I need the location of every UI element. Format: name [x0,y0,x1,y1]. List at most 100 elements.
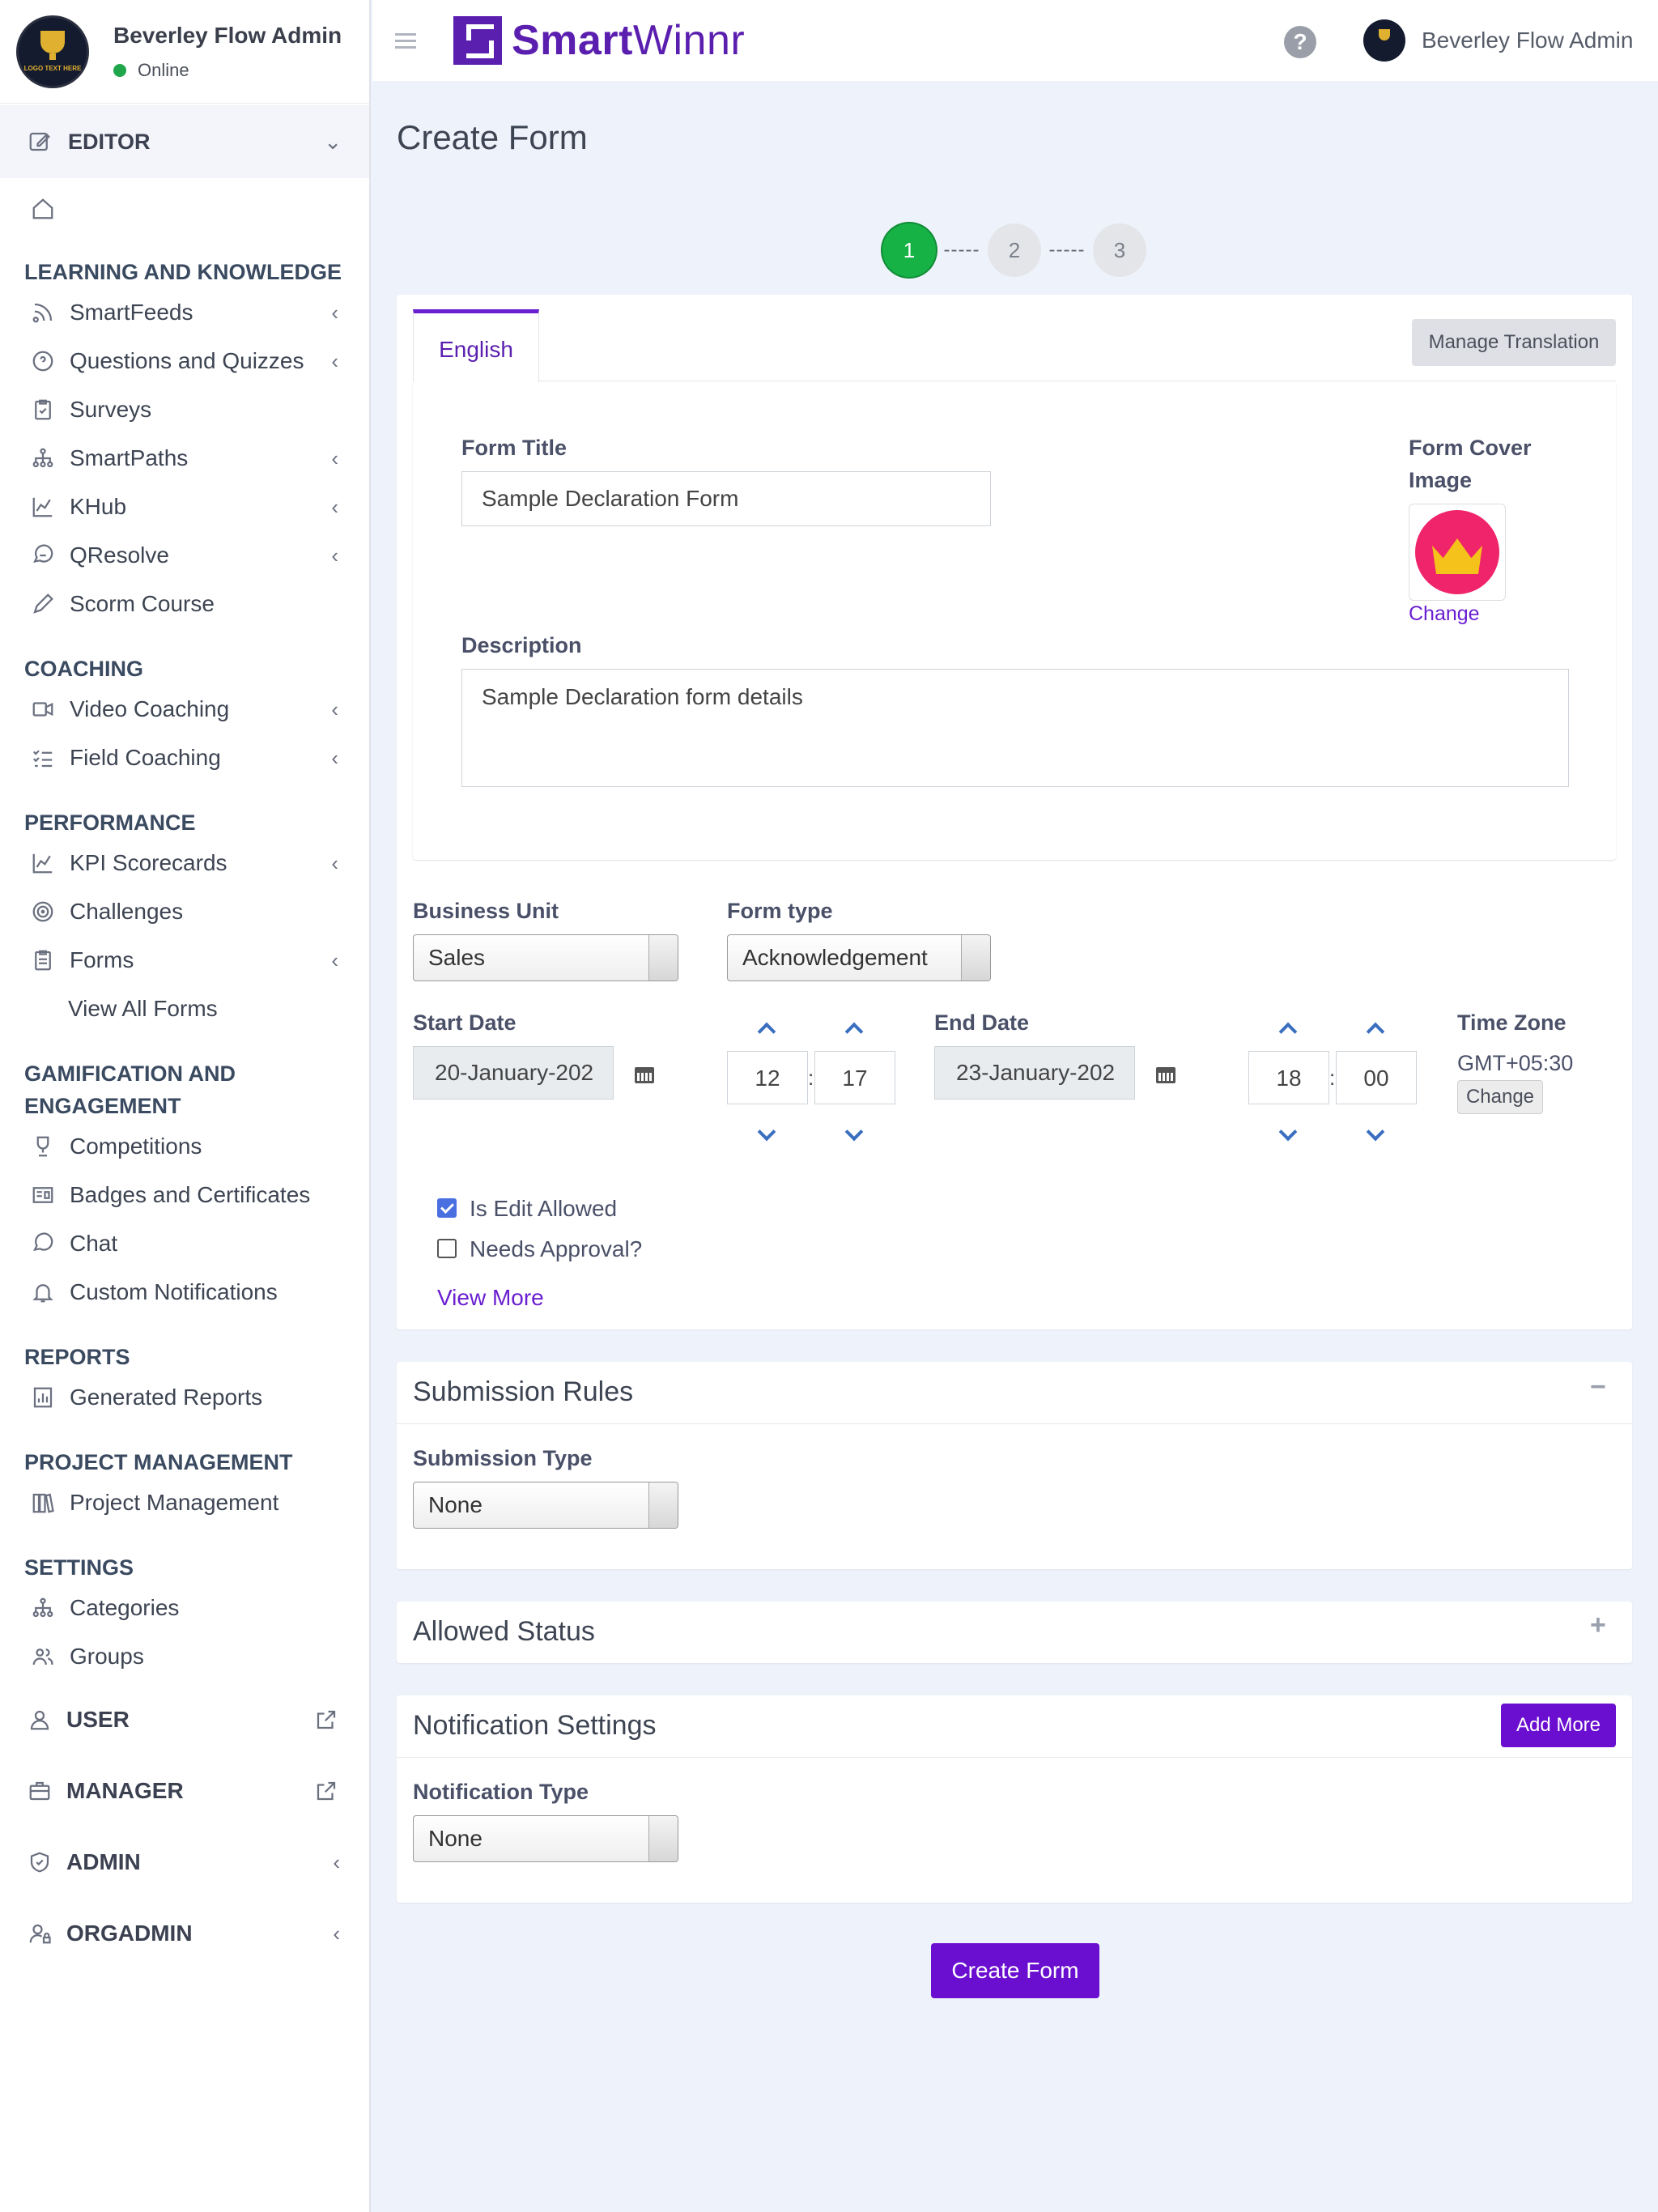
sidebar-item-label: Questions and Quizzes [70,348,304,373]
calendar-icon[interactable] [1156,1064,1175,1083]
end-hour-up-icon[interactable] [1278,1019,1297,1038]
start-hour-up-icon[interactable] [756,1019,776,1038]
timezone-value: GMT+05:30 [1457,1051,1574,1075]
sidebar-item-surveys[interactable]: Surveys [0,385,369,434]
edit-allowed-label: Is Edit Allowed [470,1196,618,1221]
start-minute-up-icon[interactable] [844,1019,863,1038]
checklist-icon [29,744,57,772]
sidebar-item-scorm[interactable]: Scorm Course [0,580,369,628]
form-type-select[interactable]: Acknowledgement [727,934,991,981]
sidebar-role-user[interactable]: USER [0,1684,369,1755]
brand-logo[interactable]: SmartWinnr [453,16,745,65]
end-minute-down-icon[interactable] [1365,1125,1384,1145]
sidebar-item-kpi[interactable]: KPI Scorecards ‹ [0,839,369,887]
section-project: PROJECT MANAGEMENT [24,1450,293,1474]
sidebar-item-challenges[interactable]: Challenges [0,887,369,936]
sidebar-item-label: Forms [70,947,134,972]
section-gamification-line1: GAMIFICATION AND [24,1061,236,1086]
group-icon [29,1643,57,1670]
help-icon[interactable]: ? [1284,26,1316,58]
add-more-button[interactable]: Add More [1501,1704,1616,1747]
notification-type-label: Notification Type [413,1780,589,1804]
sidebar-editor-toggle[interactable]: EDITOR ⌄ [0,105,369,178]
sidebar-item-khub[interactable]: KHub ‹ [0,483,369,531]
cover-image-thumbnail[interactable] [1409,504,1506,601]
sidebar-item-dashboard[interactable] [0,185,369,233]
allowed-status-title: Allowed Status [413,1616,595,1647]
section-learning: LEARNING AND KNOWLEDGE [24,260,342,284]
sidebar-item-badges[interactable]: Badges and Certificates [0,1171,369,1219]
sidebar-role-manager[interactable]: MANAGER [0,1755,369,1827]
sidebar-item-questions[interactable]: Questions and Quizzes ‹ [0,337,369,385]
chevron-left-icon: ‹ [331,745,338,770]
step-1[interactable]: 1 [882,223,936,277]
sidebar-item-generated-reports[interactable]: Generated Reports [0,1373,369,1422]
end-hour-input[interactable]: 18 [1248,1051,1329,1104]
sidebar-item-video-coaching[interactable]: Video Coaching ‹ [0,685,369,734]
create-form-button[interactable]: Create Form [931,1943,1099,1998]
chevron-left-icon: ‹ [331,348,338,373]
sidebar-item-field-coaching[interactable]: Field Coaching ‹ [0,734,369,782]
notification-settings-title: Notification Settings [413,1710,657,1741]
role-label: ADMIN [66,1849,141,1874]
page-title: Create Form [397,118,588,156]
step-3[interactable]: 3 [1093,223,1146,277]
edit-allowed-checkbox[interactable] [437,1198,457,1218]
chevron-left-icon: ‹ [331,494,338,519]
sidebar-item-project-management[interactable]: Project Management [0,1478,369,1527]
timezone-change-button[interactable]: Change [1457,1080,1543,1114]
section-settings: SETTINGS [24,1555,134,1580]
submission-type-select[interactable]: None [413,1482,678,1529]
select-handle [961,935,990,981]
start-minute-input[interactable]: 17 [814,1051,895,1104]
smartwinnr-logo-icon [453,16,502,65]
expand-plus-icon[interactable]: + [1590,1610,1606,1641]
calendar-icon[interactable] [635,1064,654,1083]
chat-bubble-icon [29,542,57,569]
start-hour-down-icon[interactable] [756,1125,776,1145]
sidebar-item-view-all-forms[interactable]: View All Forms [0,985,369,1033]
form-title-input[interactable]: Sample Declaration Form [461,471,991,526]
end-minute-up-icon[interactable] [1365,1019,1384,1038]
description-textarea[interactable]: Sample Declaration form details [461,669,1569,787]
change-cover-link[interactable]: Change [1409,602,1480,626]
start-date-input[interactable]: 20-January-202 [413,1046,614,1100]
sidebar-user-panel: LOGO TEXT HERE Beverley Flow Admin Onlin… [0,0,369,104]
sidebar-item-label: Categories [70,1595,180,1620]
sidebar-role-admin[interactable]: ADMIN ‹ [0,1827,369,1898]
hamburger-menu-icon[interactable] [395,29,416,53]
business-unit-select[interactable]: Sales [413,934,678,981]
chevron-left-icon: ‹ [331,300,338,325]
header-user-name[interactable]: Beverley Flow Admin [1422,28,1633,53]
start-hour-input[interactable]: 12 [727,1051,808,1104]
end-hour-down-icon[interactable] [1278,1125,1297,1145]
submission-type-value: None [428,1492,483,1517]
sidebar-item-forms[interactable]: Forms ‹ [0,936,369,985]
pencil-icon [29,590,57,618]
time-colon: : [808,1066,814,1090]
sidebar-item-chat[interactable]: Chat [0,1219,369,1268]
sidebar-item-custom-notifications[interactable]: Custom Notifications [0,1268,369,1317]
logo-text: LOGO TEXT HERE [23,65,82,72]
needs-approval-checkbox[interactable] [437,1239,457,1258]
end-date-input[interactable]: 23-January-202 [934,1046,1135,1100]
sidebar-item-categories[interactable]: Categories [0,1584,369,1632]
view-more-link[interactable]: View More [437,1285,544,1311]
sidebar-item-qresolve[interactable]: QResolve ‹ [0,531,369,580]
end-minute-input[interactable]: 00 [1336,1051,1417,1104]
tab-english[interactable]: English [413,309,539,382]
step-2[interactable]: 2 [988,223,1041,277]
sidebar-item-smartfeeds[interactable]: SmartFeeds ‹ [0,288,369,337]
sidebar-role-orgadmin[interactable]: ORGADMIN ‹ [0,1898,369,1969]
sidebar-item-groups[interactable]: Groups [0,1632,369,1681]
sidebar-item-smartpaths[interactable]: SmartPaths ‹ [0,434,369,483]
header-avatar[interactable] [1363,19,1405,62]
manage-translation-button[interactable]: Manage Translation [1412,319,1616,366]
sidebar-user-name: Beverley Flow Admin [113,22,342,48]
collapse-minus-icon[interactable]: − [1590,1372,1606,1403]
sidebar-item-competitions[interactable]: Competitions [0,1122,369,1171]
video-camera-icon [29,696,57,723]
notification-type-select[interactable]: None [413,1815,678,1862]
external-link-icon [312,1777,340,1805]
start-minute-down-icon[interactable] [844,1125,863,1145]
